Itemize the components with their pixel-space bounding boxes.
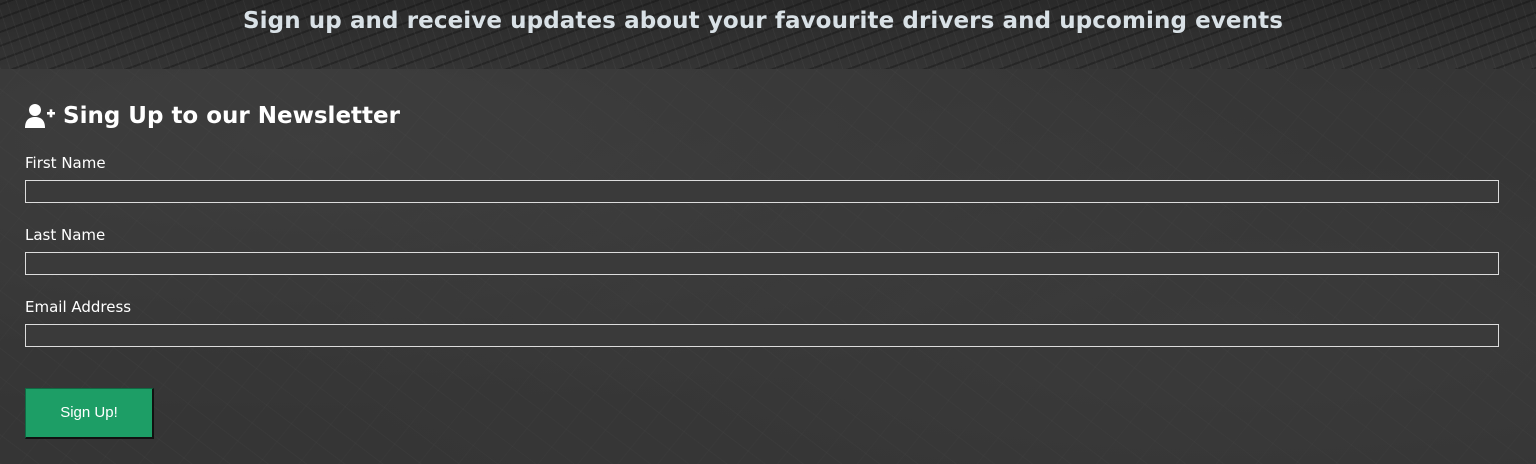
- last-name-field[interactable]: [25, 252, 1499, 275]
- newsletter-title: Sing Up to our Newsletter: [63, 103, 400, 129]
- email-address-label: Email Address: [25, 298, 132, 316]
- newsletter-heading: Sing Up to our Newsletter: [25, 100, 400, 132]
- first-name-label: First Name: [25, 154, 106, 172]
- last-name-label: Last Name: [25, 226, 106, 244]
- email-address-field[interactable]: [25, 324, 1499, 347]
- banner-text: Sign up and receive updates about your f…: [243, 8, 1283, 34]
- sign-up-button[interactable]: Sign Up!: [25, 388, 154, 439]
- user-plus-icon: [25, 104, 55, 128]
- first-name-field[interactable]: [25, 180, 1499, 203]
